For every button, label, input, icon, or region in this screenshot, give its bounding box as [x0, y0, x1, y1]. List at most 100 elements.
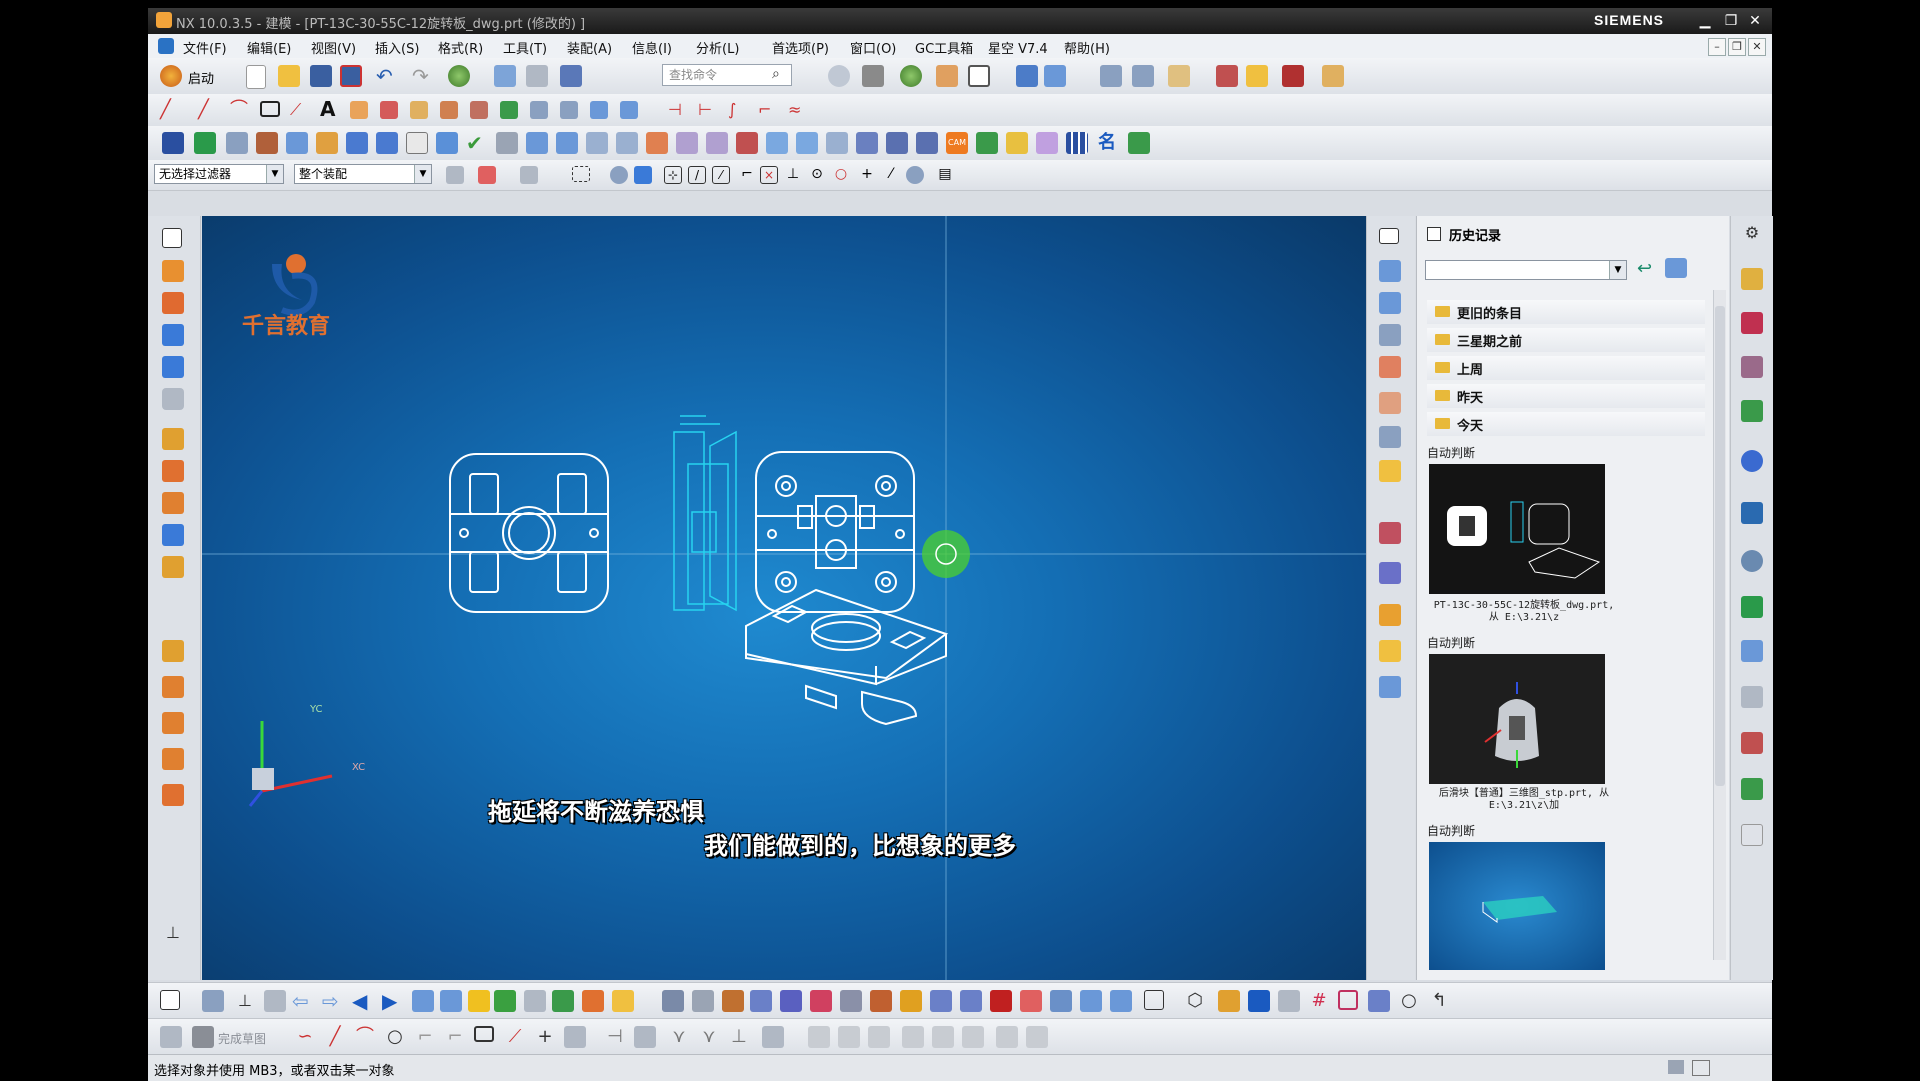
system-scene-icon[interactable]: [1741, 778, 1763, 800]
select-box-icon[interactable]: [572, 166, 590, 182]
arc-icon[interactable]: ⌒: [230, 101, 248, 119]
cam-icon[interactable]: CAM: [946, 132, 968, 154]
project-icon[interactable]: [380, 101, 398, 119]
pattern-icon[interactable]: [406, 132, 428, 154]
roles-icon[interactable]: [1741, 732, 1763, 754]
split-body-icon[interactable]: [646, 132, 668, 154]
hd3d-icon[interactable]: [1741, 450, 1763, 472]
color-yellow-icon[interactable]: [468, 990, 490, 1012]
thicken-icon[interactable]: [826, 132, 848, 154]
sew-icon[interactable]: [856, 132, 878, 154]
nav-left-icon[interactable]: ◀: [352, 990, 374, 1012]
assembly-b-icon[interactable]: [162, 676, 184, 698]
shell-icon[interactable]: [496, 132, 518, 154]
sketch-constraint-icon[interactable]: ⊥: [728, 1026, 750, 1048]
layer-icon[interactable]: [162, 428, 184, 450]
history-thumbnail[interactable]: [1429, 654, 1605, 784]
body-tool-icon[interactable]: [750, 990, 772, 1012]
assembly-e-icon[interactable]: [162, 784, 184, 806]
u-shape-icon[interactable]: [1248, 990, 1270, 1012]
hole-icon[interactable]: [286, 132, 308, 154]
text-box-icon[interactable]: [1218, 990, 1240, 1012]
sketch-task-icon[interactable]: [160, 990, 180, 1010]
snap-point-icon[interactable]: +: [858, 166, 876, 184]
grid-hash-icon[interactable]: #: [1308, 990, 1330, 1012]
history-group-three-weeks[interactable]: 三星期之前: [1427, 328, 1705, 352]
move-face-icon[interactable]: [766, 132, 788, 154]
type-filter-select[interactable]: 无选择过滤器 ▼: [154, 164, 284, 184]
extrude-icon[interactable]: [162, 132, 184, 154]
menu-format[interactable]: 格式(R): [438, 38, 483, 57]
snap-intersect-icon[interactable]: ×: [760, 166, 778, 184]
menu-window[interactable]: 窗口(O): [850, 38, 896, 57]
book-icon[interactable]: [162, 524, 184, 546]
export-frame-icon[interactable]: [440, 990, 462, 1012]
menu-xingkong[interactable]: 星空 V7.4: [988, 38, 1048, 57]
menu-gc-toolbox[interactable]: GC工具箱: [915, 38, 973, 57]
assembly-d-icon[interactable]: [162, 748, 184, 770]
unite-icon[interactable]: [436, 132, 458, 154]
delete-face-icon[interactable]: [736, 132, 758, 154]
profile-icon[interactable]: [202, 990, 224, 1012]
gear-icon[interactable]: ⚙: [1743, 224, 1761, 242]
sketch-animate-icon[interactable]: [932, 1026, 954, 1048]
measure-angle-icon[interactable]: [692, 990, 714, 1012]
insert-frame-icon[interactable]: [412, 990, 434, 1012]
assembly-navigator-icon[interactable]: [1741, 268, 1763, 290]
edit-curve-icon[interactable]: ≈: [788, 101, 806, 119]
finish-sketch-icon[interactable]: [192, 1026, 214, 1048]
slot-icon[interactable]: [376, 132, 398, 154]
offset-icon[interactable]: [350, 101, 368, 119]
fit-view-icon[interactable]: [1379, 228, 1399, 244]
emboss-icon[interactable]: [916, 132, 938, 154]
app-menu-icon[interactable]: [158, 38, 174, 54]
view-parts-icon[interactable]: [1379, 676, 1401, 698]
electrode-icon[interactable]: [1006, 132, 1028, 154]
sketch-arc-icon[interactable]: ⌒: [354, 1026, 376, 1048]
route-icon[interactable]: [1168, 65, 1190, 87]
start-icon[interactable]: [160, 65, 182, 87]
sketch-corner-icon[interactable]: ⋎: [698, 1026, 720, 1048]
sketch-polygon-icon[interactable]: ⟋: [504, 1026, 526, 1048]
offset-face-icon[interactable]: [676, 132, 698, 154]
material-icon[interactable]: [900, 65, 922, 87]
view-shaded-icon[interactable]: [1379, 562, 1401, 584]
menu-file[interactable]: 文件(F): [183, 38, 227, 57]
sketch-trim-icon[interactable]: ⊣: [604, 1026, 626, 1048]
view-front-icon[interactable]: [1379, 292, 1401, 314]
view-wire-icon[interactable]: [1379, 522, 1401, 544]
history-thumbnail[interactable]: [1429, 842, 1605, 970]
select-solid-icon[interactable]: [634, 166, 652, 184]
minimize-button[interactable]: ▁: [1694, 11, 1716, 31]
doc-minimize-button[interactable]: –: [1708, 38, 1726, 56]
show-icon[interactable]: [552, 990, 574, 1012]
menu-preferences[interactable]: 首选项(P): [772, 38, 829, 57]
rectangle-icon[interactable]: [260, 101, 280, 117]
select-face-icon[interactable]: [520, 166, 538, 184]
box-icon[interactable]: [162, 324, 184, 346]
line-dropdown-icon[interactable]: ╱: [198, 101, 216, 119]
stack-icon[interactable]: [162, 460, 184, 482]
snap-quadrant-icon[interactable]: ○: [832, 166, 850, 184]
sketch-circle-icon[interactable]: ○: [384, 1026, 406, 1048]
cylinder-icon[interactable]: [162, 356, 184, 378]
menu-view[interactable]: 视图(V): [311, 38, 356, 57]
profile-sketch-icon[interactable]: ∽: [294, 1026, 316, 1048]
view-book-icon[interactable]: [1379, 604, 1401, 626]
scale-curve-icon[interactable]: [590, 101, 608, 119]
draft-icon[interactable]: [526, 132, 548, 154]
cam-tool-icon[interactable]: [976, 132, 998, 154]
start-label[interactable]: 启动: [188, 68, 214, 87]
view-section-icon[interactable]: [1379, 356, 1401, 378]
layer-move-icon[interactable]: [1132, 65, 1154, 87]
sketch-mirror-icon[interactable]: [634, 1026, 656, 1048]
history-scrollbar[interactable]: [1713, 290, 1726, 960]
save-as-icon[interactable]: [340, 65, 362, 87]
maximize-button[interactable]: ❐: [1720, 11, 1742, 31]
save-icon[interactable]: [310, 65, 332, 87]
tool-c-icon[interactable]: [1282, 65, 1304, 87]
measure-icon[interactable]: [1322, 65, 1344, 87]
view-rotate-icon[interactable]: [1379, 392, 1401, 414]
chamfer-icon[interactable]: ⌐: [758, 101, 776, 119]
history-filter-select[interactable]: ▼: [1425, 260, 1627, 280]
